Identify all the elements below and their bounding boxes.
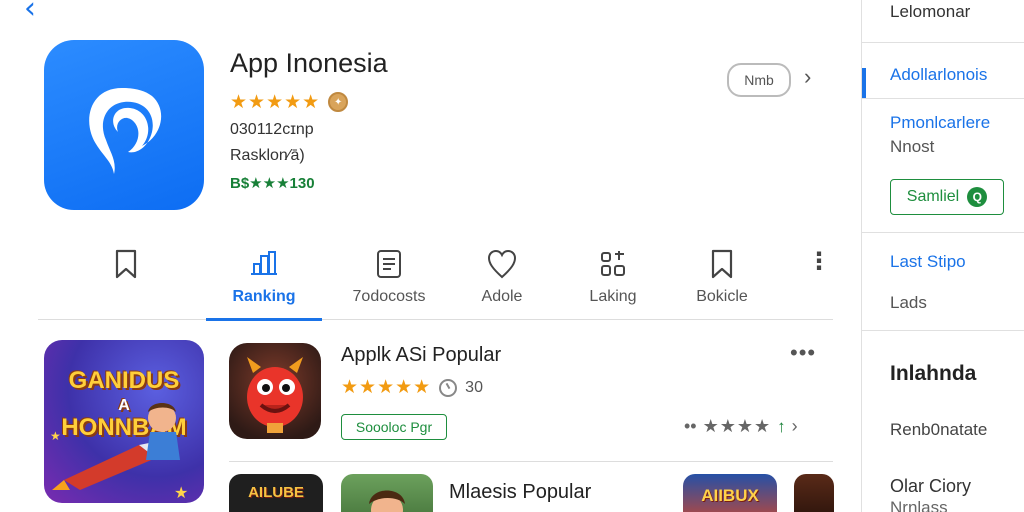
rocket-rider-illustration: ★ ★ [50,403,188,502]
tab-label: Adole [481,288,523,305]
bookmark-outline-icon [115,249,137,279]
right-sidebar: Lelomonar Adollarlonois Pmonlcarlere Nno… [861,0,1024,512]
sidebar-item-title[interactable]: Olar Ciory [890,476,971,497]
grid-icon [601,251,625,276]
button-label: Samliel [906,188,960,205]
app-thumbnail[interactable] [794,474,834,512]
rating-stars: ★★★★★ [230,91,321,113]
app-thumbnail[interactable]: AIIBUX [683,474,777,512]
trend-up-icon: ↑ [777,416,786,436]
character-portrait-icon [369,490,405,512]
divider [862,42,1024,43]
rating-stars: ★★★★ [702,416,772,436]
list-item-rating: ★★★★★ 30 [341,378,483,397]
app-meta-price: B$★★★130 [230,175,315,192]
tab-bar: Ranking 7odocosts Adole Laking Bokicle ⋮ [38,238,834,321]
clock-icon [439,378,458,397]
rating-dots: •• [684,416,697,436]
app-thumbnail[interactable]: AILUBE [229,474,323,512]
sidebar-item-active[interactable]: Adollarlonois [890,65,987,85]
sidebar-header: Lelomonar [890,2,971,21]
sidebar-item-subtitle: Nnost [890,137,935,156]
tab-favorites[interactable]: Adole [444,238,560,320]
get-button[interactable]: Nmb [727,63,791,97]
divider [229,461,833,462]
ranking-icon [251,251,277,275]
more-horizontal-icon[interactable]: ••• [790,340,816,366]
thumbnail-text: AIIBUX [701,486,759,505]
tab-laking[interactable]: Laking [555,238,671,320]
rating-strip[interactable]: •• ★★★★ ↑ › [684,416,798,437]
rating-count: 30 [465,378,483,396]
divider [862,330,1024,331]
tab-ranking[interactable]: Ranking [206,238,322,321]
sidebar-item-subtitle: Nrnlass [890,498,948,512]
active-indicator [862,68,866,98]
list-item-title[interactable]: Mlaesis Popular [449,481,591,504]
tag-button[interactable]: Soooloc Pgr [341,414,447,440]
more-vertical-icon[interactable]: ⋮ [804,250,834,280]
heart-icon [487,249,517,279]
app-thumbnail[interactable] [341,474,433,512]
app-thumbnail-mascot[interactable] [229,343,321,439]
bookmark-icon [711,249,733,279]
award-badge-icon: ✦ [328,92,349,112]
app-meta-category: Rasklon⁄ā) [230,147,305,164]
thumbnail-text: AILUBE [248,484,304,501]
sidebar-item-title[interactable]: Pmonlcarlere [890,113,990,133]
sidebar-item-subtitle: Lads [890,293,927,312]
divider [862,232,1024,233]
sidebar-action-button[interactable]: Samliel Q [890,179,1004,215]
rating-stars: ★★★★★ [341,377,432,398]
app-title: App Inonesia [230,48,388,78]
back-chevron-icon[interactable]: ‹ [24,0,36,24]
svg-text:★: ★ [174,485,188,502]
share-icon[interactable]: › [804,66,811,88]
document-icon [377,250,401,278]
tab-label: Ranking [232,288,296,305]
chevron-right-icon: › [791,416,798,436]
tab-label: Bokicle [696,288,748,305]
tab-home[interactable] [68,238,184,320]
divider [862,98,1024,99]
sidebar-section-title: Inlahnda [890,362,977,385]
app-meta-size: 030112ᴄɪnp [230,121,314,138]
search-badge-icon: Q [967,187,988,207]
app-rating: ★★★★★ ✦ [230,91,349,113]
list-item-title[interactable]: Applk ASi Popular [341,344,501,367]
app-logo-icon [89,88,162,174]
monster-mascot-icon [247,357,303,433]
tab-label: 7odocosts [352,288,426,305]
tab-documents[interactable]: 7odocosts [331,238,447,320]
tab-bokicle[interactable]: Bokicle [664,238,780,320]
featured-game-art[interactable]: GANIDUS A HONNBAM ★ ★ [44,340,204,503]
svg-text:★: ★ [50,429,61,443]
sidebar-item-title[interactable]: Last Stipo [890,252,966,272]
app-icon [44,40,204,210]
tab-label: Laking [589,288,637,305]
sidebar-item[interactable]: Renb0natate [890,420,987,440]
app-store-page: ‹ App Inonesia ★★★★★ ✦ 030112ᴄɪnp Rasklo… [0,0,1024,512]
